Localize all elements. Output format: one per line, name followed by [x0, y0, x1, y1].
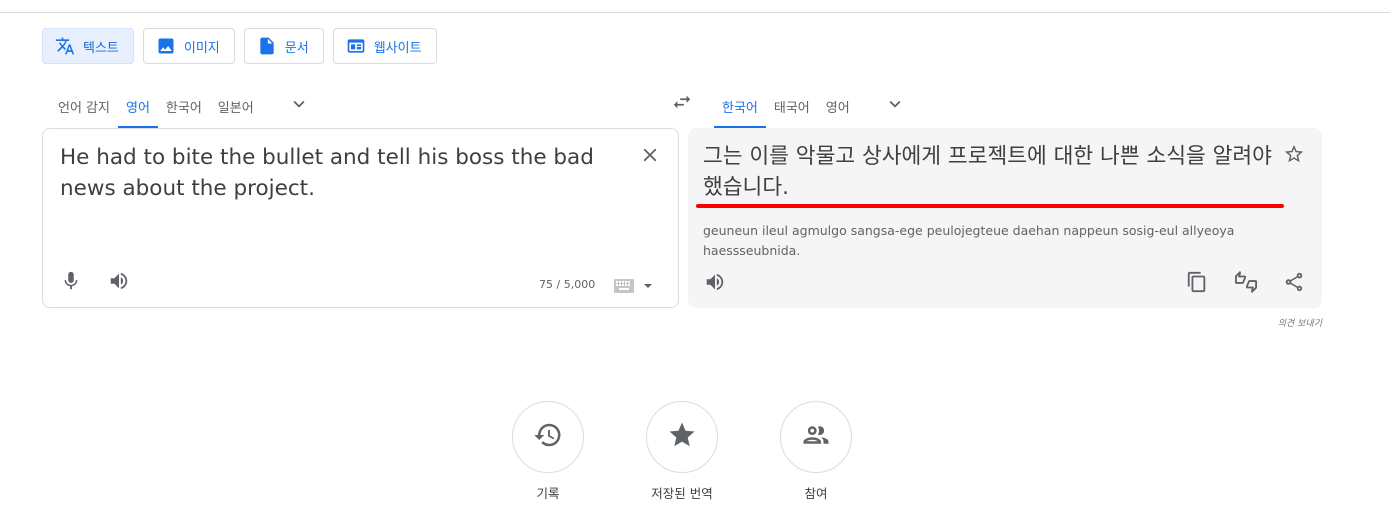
- source-text-panel: He had to bite the bullet and tell his b…: [42, 128, 679, 308]
- highlight-underline: [696, 204, 1284, 208]
- keyboard-icon: [614, 279, 634, 293]
- history-section: 기록: [498, 401, 598, 502]
- mode-document-label: 문서: [284, 40, 309, 56]
- translation-panel: 그는 이를 악물고 상사에게 프로젝트에 대한 나쁜 소식을 알려야 했습니다.…: [688, 128, 1322, 308]
- source-text-input[interactable]: He had to bite the bullet and tell his b…: [60, 142, 620, 204]
- translation-text: 그는 이를 악물고 상사에게 프로젝트에 대한 나쁜 소식을 알려야 했습니다.: [703, 144, 1272, 200]
- character-count: 75 / 5,000: [539, 278, 596, 291]
- microphone-icon: [60, 270, 82, 296]
- contribute-button[interactable]: [780, 401, 852, 473]
- contribute-label: 참여: [804, 486, 828, 501]
- close-icon: [639, 144, 661, 170]
- star-icon: [667, 420, 697, 454]
- top-divider: [0, 12, 1390, 13]
- mode-image-label: 이미지: [183, 40, 220, 56]
- translate-icon: [55, 36, 75, 56]
- caret-down-icon: [644, 284, 652, 288]
- image-icon: [156, 36, 176, 56]
- save-translation-button[interactable]: [1280, 142, 1308, 170]
- mode-text-label: 텍스트: [83, 40, 119, 56]
- mode-document-button[interactable]: 문서: [243, 28, 324, 64]
- source-lang-more-button[interactable]: [280, 84, 318, 128]
- swap-languages-button[interactable]: [668, 92, 696, 116]
- star-outline-icon: [1283, 143, 1305, 169]
- people-icon: [801, 420, 831, 454]
- source-listen-button[interactable]: [104, 268, 134, 298]
- mode-toolbar: 텍스트 이미지 문서 웹사이트: [42, 28, 437, 64]
- mode-website-label: 웹사이트: [373, 40, 422, 56]
- contribute-section: 참여: [766, 401, 866, 502]
- send-feedback-link[interactable]: 의견 보내기: [1240, 316, 1322, 329]
- source-language-bar: 언어 감지 영어 한국어 일본어: [50, 84, 318, 128]
- target-lang-thai[interactable]: 태국어: [766, 84, 818, 128]
- keyboard-button[interactable]: [614, 279, 654, 293]
- saved-translations-button[interactable]: [646, 401, 718, 473]
- target-lang-english[interactable]: 영어: [818, 84, 858, 128]
- speaker-icon: [108, 270, 130, 296]
- history-icon: [533, 420, 563, 454]
- voice-input-button[interactable]: [56, 268, 86, 298]
- chevron-down-icon: [884, 93, 906, 119]
- share-icon: [1283, 271, 1305, 297]
- speaker-icon: [704, 271, 726, 297]
- chevron-down-icon: [288, 93, 310, 119]
- target-language-bar: 한국어 태국어 영어: [714, 84, 914, 128]
- thumbs-up-down-icon: [1235, 271, 1257, 297]
- saved-translations-label: 저장된 번역: [651, 486, 713, 501]
- clear-text-button[interactable]: [636, 143, 664, 171]
- saved-section: 저장된 번역: [632, 401, 732, 502]
- source-lang-detect[interactable]: 언어 감지: [50, 84, 118, 128]
- translation-listen-button[interactable]: [700, 269, 730, 299]
- source-lang-english[interactable]: 영어: [117, 84, 158, 128]
- swap-icon: [671, 91, 693, 117]
- mode-text-button[interactable]: 텍스트: [42, 28, 134, 64]
- mode-website-button[interactable]: 웹사이트: [332, 28, 437, 64]
- document-icon: [257, 36, 277, 56]
- share-translation-button[interactable]: [1279, 269, 1309, 299]
- mode-image-button[interactable]: 이미지: [142, 28, 235, 64]
- source-lang-korean[interactable]: 한국어: [158, 84, 210, 128]
- source-lang-japanese[interactable]: 일본어: [210, 84, 262, 128]
- copy-translation-button[interactable]: [1182, 269, 1212, 299]
- rate-translation-button[interactable]: [1231, 269, 1261, 299]
- target-lang-more-button[interactable]: [876, 84, 914, 128]
- history-label: 기록: [536, 486, 560, 501]
- website-icon: [346, 36, 366, 56]
- target-lang-korean[interactable]: 한국어: [714, 84, 766, 128]
- transliteration-text: geuneun ileul agmulgo sangsa-ege peuloje…: [703, 223, 1235, 258]
- history-button[interactable]: [512, 401, 584, 473]
- copy-icon: [1186, 271, 1208, 297]
